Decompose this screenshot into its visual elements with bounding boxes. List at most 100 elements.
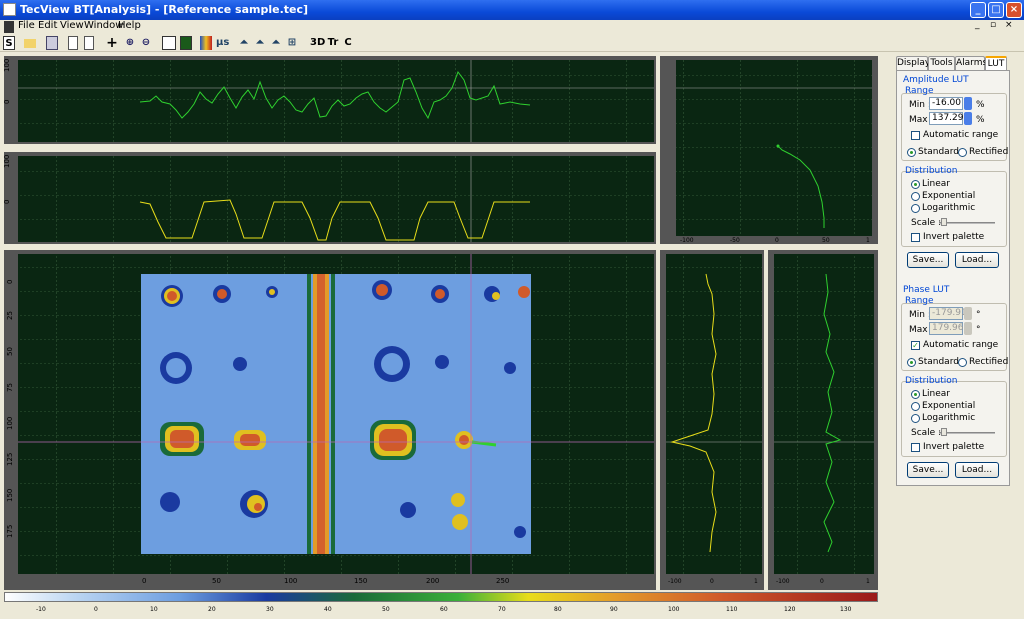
- phase-min-input[interactable]: -179.91: [929, 307, 967, 320]
- top-signal-plot[interactable]: 100 0: [3, 56, 656, 144]
- minimize-button[interactable]: _: [970, 2, 986, 18]
- phase-invert-palette-label: Invert palette: [923, 442, 985, 452]
- phase-automatic-range-checkbox[interactable]: ✓: [911, 341, 920, 350]
- mid-y-tick: 0: [3, 200, 11, 204]
- amp-save-button[interactable]: Save...: [907, 252, 949, 268]
- phase-max-unit: °: [976, 325, 981, 335]
- amp-min-spinner[interactable]: [964, 97, 972, 110]
- svg-text:130: 130: [840, 606, 852, 613]
- display-icon[interactable]: [162, 36, 176, 50]
- button-tr[interactable]: Tr: [326, 36, 340, 50]
- s-icon[interactable]: S: [3, 36, 15, 50]
- side-green-plot[interactable]: -100 0 1: [768, 250, 878, 590]
- phase-invert-palette-checkbox[interactable]: [911, 443, 920, 452]
- amp-standard-radio[interactable]: [907, 148, 916, 157]
- zoom-in-icon[interactable]: ⊕: [124, 36, 136, 50]
- phase-rectified-radio[interactable]: [958, 358, 967, 367]
- print-preview-icon[interactable]: [84, 36, 94, 50]
- plots-area: 100 0 100 0 0 25 50 75 100 125 150 175 0…: [3, 56, 878, 590]
- middle-signal-plot[interactable]: 100 0: [3, 152, 656, 244]
- lut-panel: Amplitude LUT Range Min : -16.00 % Max :…: [896, 70, 1010, 486]
- color-palette-bar[interactable]: [4, 592, 878, 602]
- svg-text:75: 75: [6, 383, 14, 392]
- cscan-image[interactable]: [141, 274, 531, 554]
- svg-text:250: 250: [496, 577, 509, 585]
- mdi-minimize-button[interactable]: _: [975, 20, 980, 30]
- phase-logarithmic-radio[interactable]: [911, 414, 920, 423]
- maximize-button[interactable]: □: [988, 2, 1004, 18]
- svg-text:-100: -100: [668, 578, 682, 585]
- amp-linear-label: Linear: [922, 179, 950, 189]
- menu-view[interactable]: View: [60, 20, 84, 31]
- menu-file[interactable]: File: [18, 20, 35, 31]
- amp-min-input[interactable]: -16.00: [929, 97, 963, 110]
- svg-text:-100: -100: [776, 578, 790, 585]
- amp-max-input[interactable]: 137.29: [929, 112, 964, 125]
- print-icon[interactable]: [68, 36, 78, 50]
- tab-alarms[interactable]: Alarms: [955, 56, 987, 70]
- menu-edit[interactable]: Edit: [38, 20, 57, 31]
- open-folder-icon[interactable]: [24, 39, 36, 48]
- time-unit-icon[interactable]: µs: [216, 36, 229, 50]
- peak3-icon[interactable]: ⏶: [270, 36, 282, 50]
- phase-automatic-range-label: Automatic range: [923, 340, 999, 350]
- amp-max-spinner[interactable]: [964, 112, 972, 125]
- amp-invert-palette-checkbox[interactable]: [911, 233, 920, 242]
- table-icon[interactable]: [46, 36, 58, 50]
- phase-scale-slider[interactable]: [939, 432, 995, 434]
- tab-tools[interactable]: Tools: [928, 56, 955, 70]
- amp-rectified-radio[interactable]: [958, 148, 967, 157]
- amplitude-lut-title: Amplitude LUT: [903, 75, 969, 85]
- svg-text:50: 50: [6, 347, 14, 356]
- side-yellow-plot[interactable]: -100 0 1: [660, 250, 764, 590]
- cscan-icon[interactable]: [180, 36, 192, 50]
- mdi-restore-button[interactable]: ▫: [990, 20, 996, 30]
- peak-icon[interactable]: ⏶: [238, 36, 250, 50]
- amplitude-curve-plot[interactable]: -100 -50 0 50 1: [660, 56, 878, 244]
- svg-text:100: 100: [284, 577, 297, 585]
- phase-max-spinner[interactable]: [964, 322, 972, 335]
- tab-lut[interactable]: LUT: [985, 56, 1007, 71]
- mid-y-tick: 100: [3, 155, 11, 168]
- phase-load-button[interactable]: Load...: [955, 462, 999, 478]
- zoom-out-icon[interactable]: ⊖: [140, 36, 152, 50]
- phase-range-label: Range: [905, 296, 934, 306]
- phase-save-button[interactable]: Save...: [907, 462, 949, 478]
- amp-scale-thumb[interactable]: [941, 218, 947, 226]
- svg-text:20: 20: [208, 606, 216, 613]
- amp-logarithmic-radio[interactable]: [911, 204, 920, 213]
- svg-text:0: 0: [775, 237, 779, 244]
- svg-text:0: 0: [820, 578, 824, 585]
- phase-standard-radio[interactable]: [907, 358, 916, 367]
- phase-scale-thumb[interactable]: [941, 428, 947, 436]
- menu-help[interactable]: Help: [118, 20, 141, 31]
- amp-exponential-radio[interactable]: [911, 192, 920, 201]
- grid-icon[interactable]: ⊞: [286, 36, 298, 50]
- svg-text:60: 60: [440, 606, 448, 613]
- svg-text:30: 30: [266, 606, 274, 613]
- peak2-icon[interactable]: ⏶: [254, 36, 266, 50]
- phase-max-input[interactable]: 179.96: [929, 322, 964, 335]
- title-bar: TecView BT[Analysis] - [Reference sample…: [0, 0, 1024, 20]
- button-3d[interactable]: 3D: [310, 36, 325, 50]
- amp-min-unit: %: [976, 100, 985, 110]
- amp-linear-radio[interactable]: [911, 180, 920, 189]
- amp-load-button[interactable]: Load...: [955, 252, 999, 268]
- amp-standard-label: Standard: [918, 147, 959, 157]
- tab-display[interactable]: Display: [896, 56, 930, 70]
- phase-min-spinner[interactable]: [964, 307, 972, 320]
- cscan-plot[interactable]: 0 25 50 75 100 125 150 175 0 50 100 150 …: [4, 250, 656, 590]
- phase-linear-radio[interactable]: [911, 390, 920, 399]
- palette-icon[interactable]: [200, 36, 212, 50]
- amp-automatic-range-checkbox[interactable]: [911, 131, 920, 140]
- menu-bar: File Edit View Window Help _ ▫ ×: [0, 20, 1024, 34]
- amp-scale-label: Scale :: [911, 218, 942, 228]
- amp-min-label: Min :: [909, 100, 931, 110]
- phase-exponential-radio[interactable]: [911, 402, 920, 411]
- close-button[interactable]: ×: [1006, 2, 1022, 18]
- button-c[interactable]: C: [342, 36, 354, 50]
- amp-scale-slider[interactable]: [939, 222, 995, 224]
- mdi-close-button[interactable]: ×: [1005, 20, 1013, 30]
- crosshair-icon[interactable]: +: [106, 36, 118, 50]
- svg-text:100: 100: [668, 606, 680, 613]
